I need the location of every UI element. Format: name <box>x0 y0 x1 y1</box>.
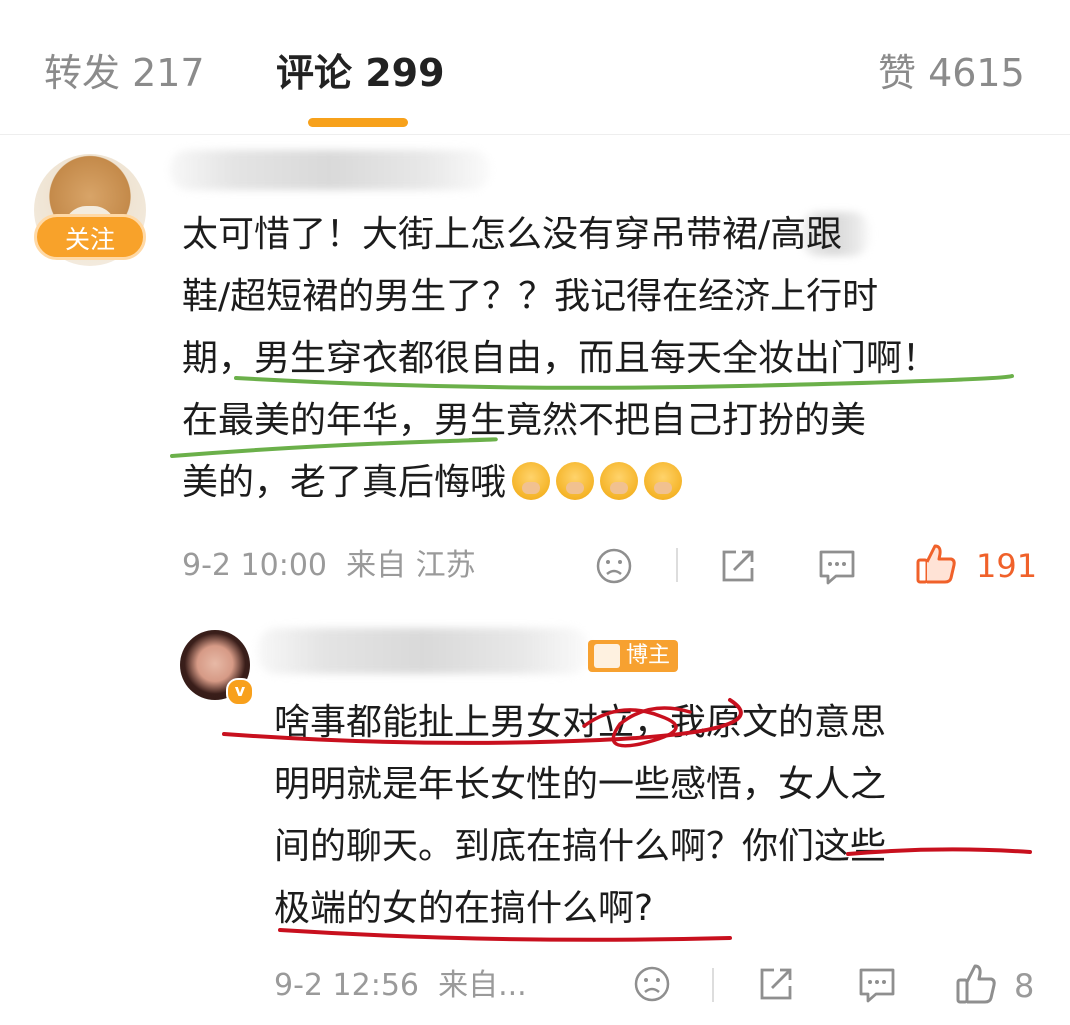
green-underline <box>170 437 498 458</box>
green-underline <box>234 374 1014 390</box>
annotation-layer <box>170 374 1032 942</box>
red-underline <box>846 847 1032 856</box>
red-underline <box>278 928 732 942</box>
